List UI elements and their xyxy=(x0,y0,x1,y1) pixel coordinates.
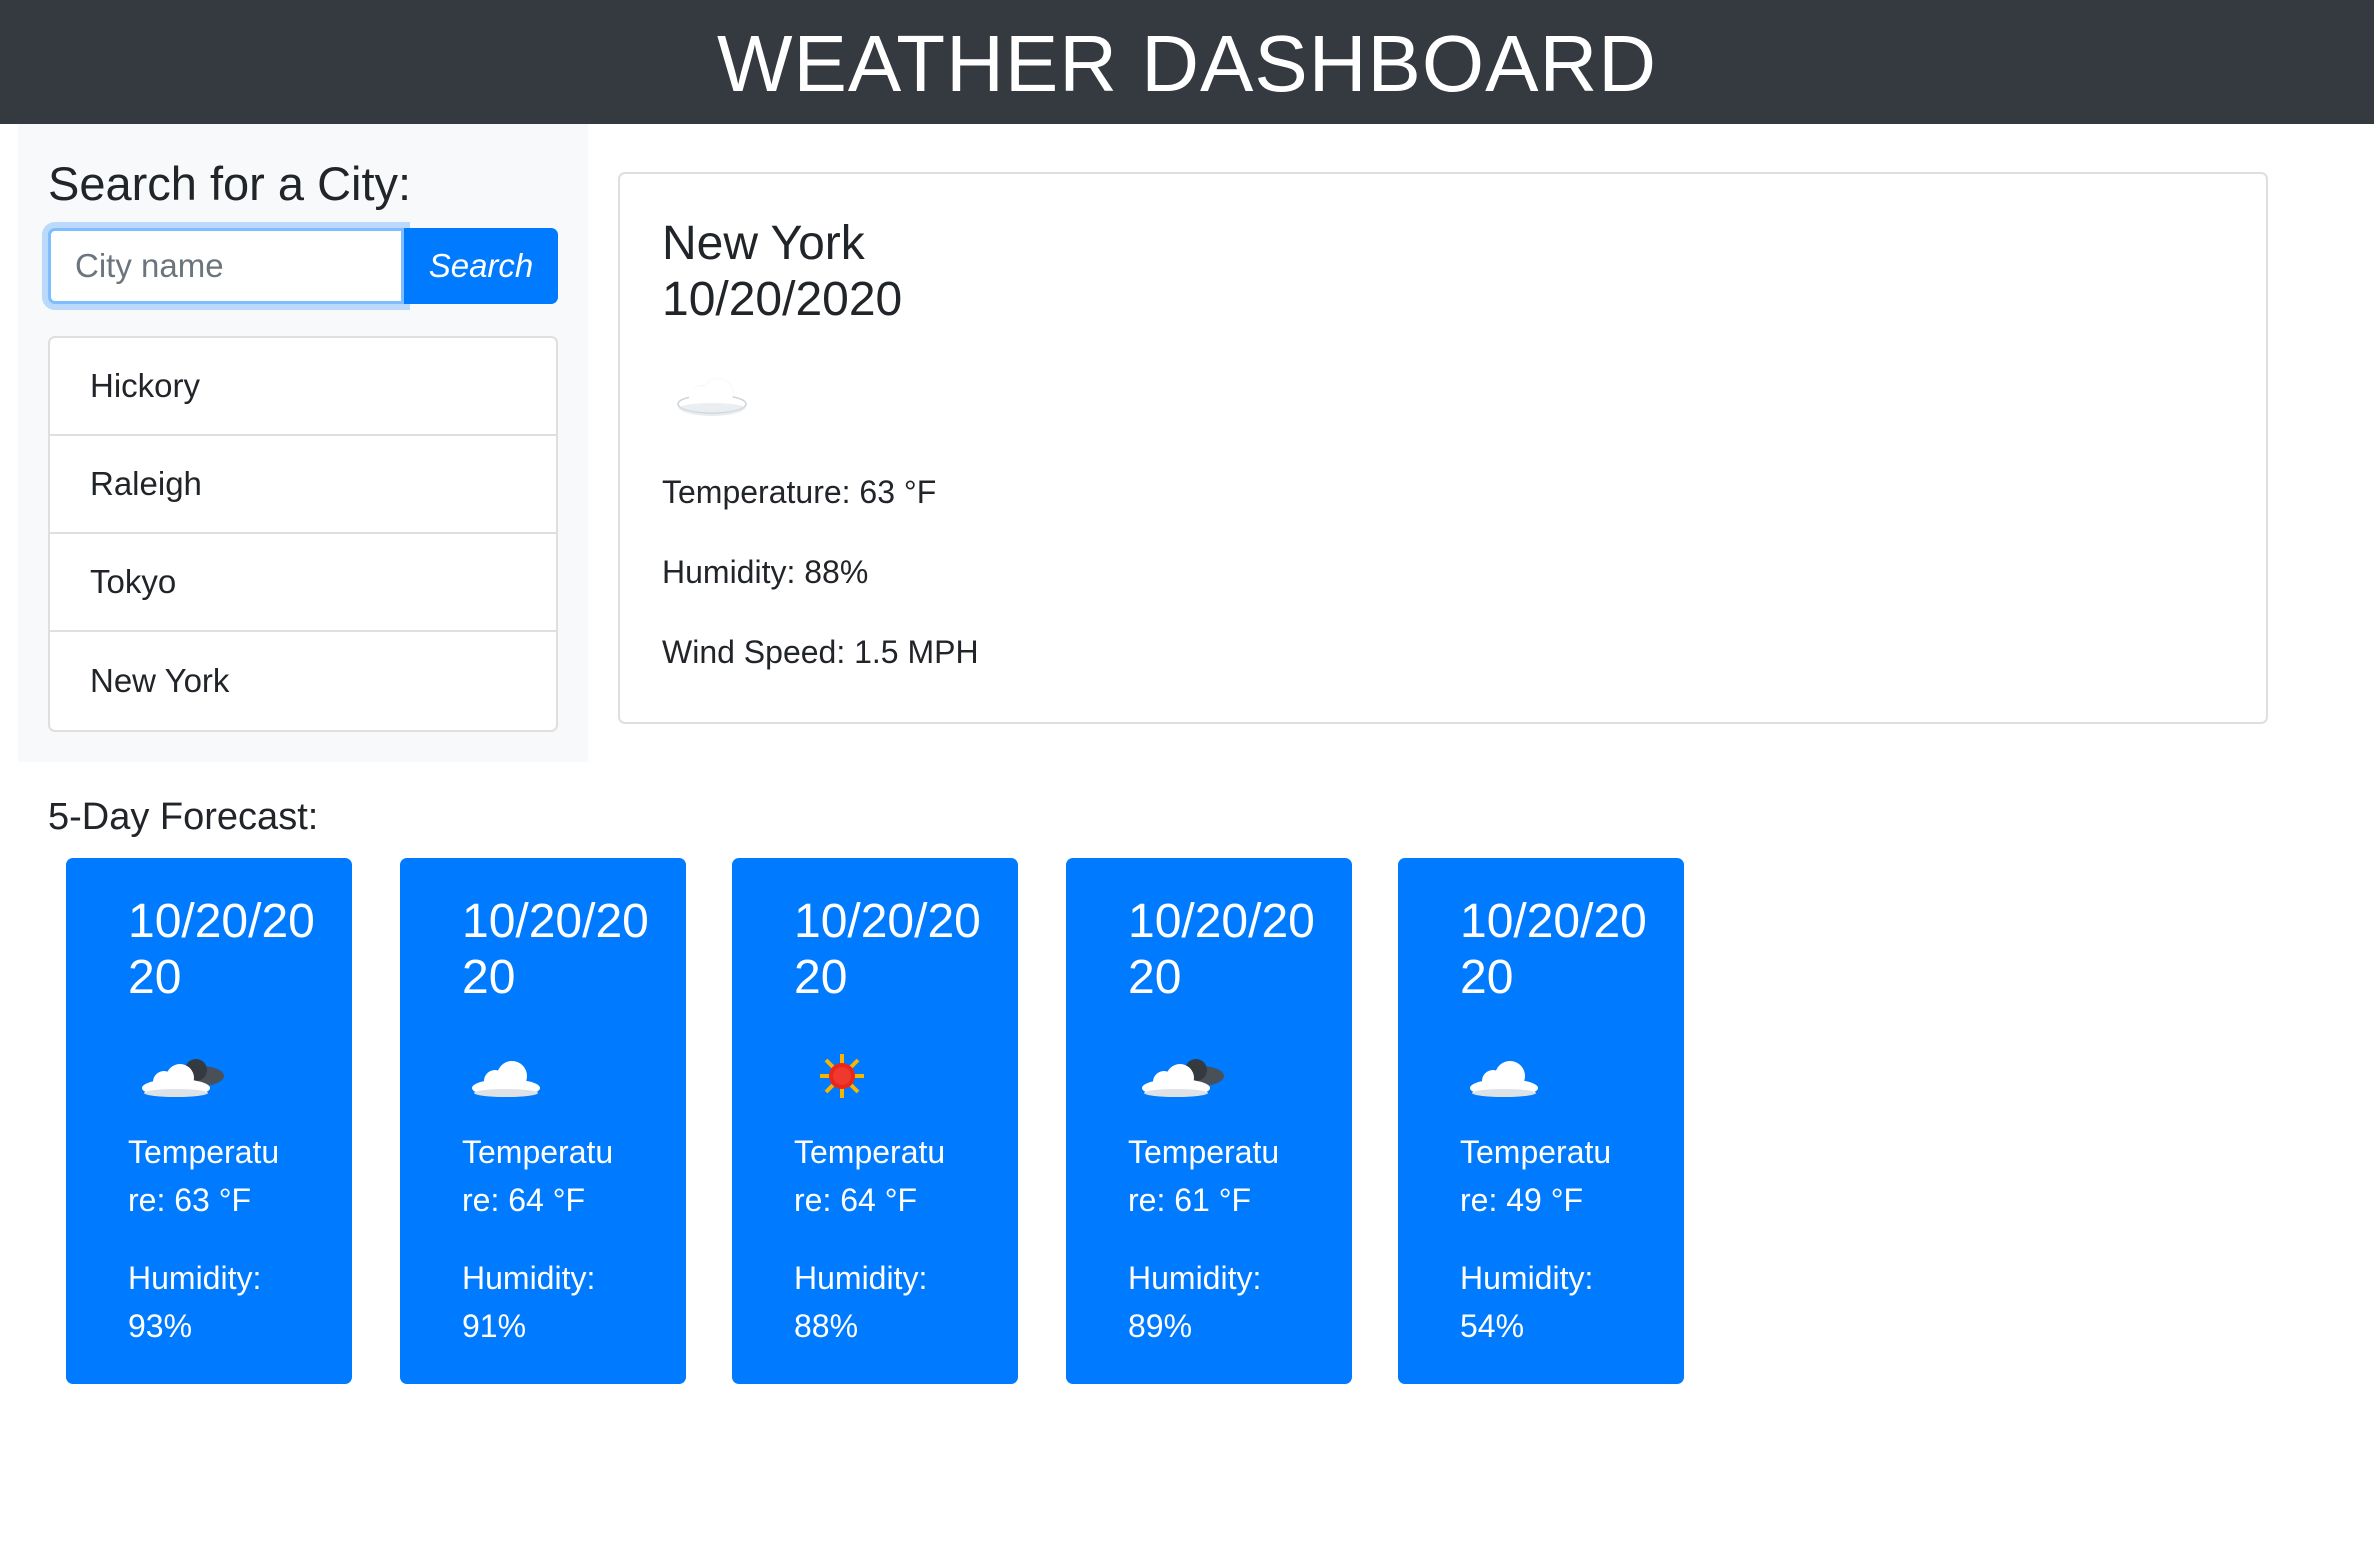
current-humidity: Humidity: 88% xyxy=(662,554,869,590)
forecast-card: 10/20/2020 Temperature: 63 °F Humidity: … xyxy=(66,858,352,1384)
forecast-date: 10/20/2020 xyxy=(128,895,315,1004)
history-item-tokyo[interactable]: Tokyo xyxy=(50,534,556,632)
search-history-list: Hickory Raleigh Tokyo New York xyxy=(48,336,558,732)
forecast-humidity: Humidity: 88% xyxy=(794,1260,928,1344)
city-search-input[interactable] xyxy=(48,228,404,304)
partly-cloudy-icon xyxy=(134,1046,234,1106)
search-sidebar: Search for a City: Search Hickory Raleig… xyxy=(18,124,588,762)
forecast-temperature: Temperature: 64 °F xyxy=(794,1134,946,1218)
search-heading: Search for a City: xyxy=(48,157,412,210)
forecast-date: 10/20/2020 xyxy=(1460,895,1647,1004)
forecast-humidity: Humidity: 91% xyxy=(462,1260,596,1344)
forecast-temperature: Temperature: 63 °F xyxy=(128,1134,280,1218)
weather-dashboard-app: WEATHER DASHBOARD Search for a City: Sea… xyxy=(0,0,2374,1542)
current-wind-speed: Wind Speed: 1.5 MPH xyxy=(662,634,979,670)
forecast-card: 10/20/2020 Temperature: 49 °F Humidity: … xyxy=(1398,858,1684,1384)
forecast-temperature: Temperature: 61 °F xyxy=(1128,1134,1280,1218)
page-title: WEATHER DASHBOARD xyxy=(716,19,1658,108)
history-item-new-york[interactable]: New York xyxy=(50,632,556,730)
forecast-humidity: Humidity: 54% xyxy=(1460,1260,1594,1344)
forecast-humidity: Humidity: 89% xyxy=(1128,1260,1262,1344)
forecast-date: 10/20/2020 xyxy=(794,895,981,1004)
forecast-date: 10/20/2020 xyxy=(462,895,649,1004)
forecast-card: 10/20/2020 Temperature: 64 °F Humidity: … xyxy=(732,858,1018,1384)
cloud-icon xyxy=(672,364,752,424)
current-date: 10/20/2020 xyxy=(662,273,903,326)
page-header: WEATHER DASHBOARD xyxy=(0,0,2374,124)
forecast-card: 10/20/2020 Temperature: 64 °F Humidity: … xyxy=(400,858,686,1384)
search-button[interactable]: Search xyxy=(404,228,558,304)
forecast-temperature: Temperature: 49 °F xyxy=(1460,1134,1612,1218)
forecast-humidity: Humidity: 93% xyxy=(128,1260,262,1344)
partly-cloudy-icon xyxy=(1134,1046,1234,1106)
forecast-heading: 5-Day Forecast: xyxy=(48,796,319,838)
cloud-icon xyxy=(1466,1046,1566,1106)
history-item-raleigh[interactable]: Raleigh xyxy=(50,436,556,534)
current-weather-card: New York 10/20/2020 Temperature: 63 °F H… xyxy=(618,172,2268,724)
history-item-hickory[interactable]: Hickory xyxy=(50,338,556,436)
forecast-card: 10/20/2020 Temperature: 61 °F Humidity: … xyxy=(1066,858,1352,1384)
forecast-temperature: Temperature: 64 °F xyxy=(462,1134,614,1218)
cloud-icon xyxy=(468,1046,568,1106)
search-row: Search xyxy=(48,228,558,304)
forecast-date: 10/20/2020 xyxy=(1128,895,1315,1004)
current-temperature: Temperature: 63 °F xyxy=(662,474,937,510)
current-city-name: New York xyxy=(662,217,865,270)
sun-icon xyxy=(800,1046,900,1106)
